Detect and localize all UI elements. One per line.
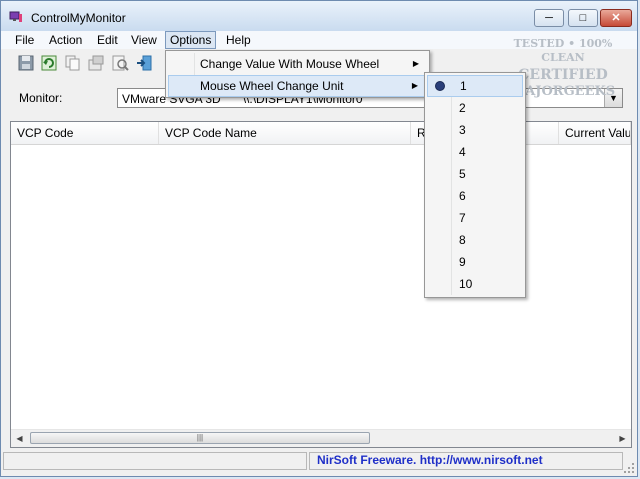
menu-item-label: Change Value With Mouse Wheel bbox=[200, 57, 380, 71]
save-icon[interactable] bbox=[17, 54, 35, 72]
unit-option-label: 3 bbox=[459, 123, 466, 137]
unit-option-5[interactable]: 5 bbox=[427, 163, 523, 185]
menu-file[interactable]: File bbox=[11, 31, 38, 49]
unit-option-label: 8 bbox=[459, 233, 466, 247]
watermark-line-1: TESTED • 100% CLEAN bbox=[513, 37, 613, 64]
unit-option-label: 6 bbox=[459, 189, 466, 203]
title-bar[interactable]: ControlMyMonitor ─ □ ✕ bbox=[1, 1, 637, 31]
menu-item-mouse-wheel-change-unit[interactable]: Mouse Wheel Change Unit ▶ bbox=[168, 75, 427, 97]
app-window: ControlMyMonitor ─ □ ✕ File Action Edit … bbox=[0, 0, 638, 477]
unit-option-label: 7 bbox=[459, 211, 466, 225]
close-button[interactable]: ✕ bbox=[600, 9, 632, 27]
status-panel-left bbox=[3, 452, 307, 470]
copy-icon[interactable] bbox=[63, 54, 81, 72]
menu-help[interactable]: Help bbox=[222, 31, 255, 49]
unit-submenu: 1 2 3 4 5 6 7 8 9 10 bbox=[424, 72, 526, 298]
scroll-thumb[interactable]: ||| bbox=[30, 432, 370, 444]
refresh-icon[interactable] bbox=[40, 54, 58, 72]
exit-icon[interactable] bbox=[135, 54, 153, 72]
unit-option-label: 4 bbox=[459, 145, 466, 159]
scroll-right-icon[interactable]: ▶ bbox=[614, 430, 631, 447]
unit-option-8[interactable]: 8 bbox=[427, 229, 523, 251]
options-menu: Change Value With Mouse Wheel ▶ Mouse Wh… bbox=[165, 50, 430, 98]
unit-option-label: 5 bbox=[459, 167, 466, 181]
menu-item-label: Mouse Wheel Change Unit bbox=[200, 79, 344, 93]
unit-option-2[interactable]: 2 bbox=[427, 97, 523, 119]
resize-grip-icon[interactable] bbox=[623, 462, 635, 474]
unit-option-6[interactable]: 6 bbox=[427, 185, 523, 207]
close-icon: ✕ bbox=[611, 12, 621, 24]
unit-option-1[interactable]: 1 bbox=[427, 75, 523, 97]
menu-item-change-value-with-mouse-wheel[interactable]: Change Value With Mouse Wheel ▶ bbox=[168, 53, 427, 75]
monitor-label: Monitor: bbox=[19, 91, 63, 105]
unit-option-3[interactable]: 3 bbox=[427, 119, 523, 141]
window-title: ControlMyMonitor bbox=[31, 11, 126, 25]
column-current-value[interactable]: Current Valu bbox=[559, 122, 631, 144]
nirsoft-link[interactable]: NirSoft Freeware. http://www.nirsoft.net bbox=[317, 453, 543, 467]
menu-view[interactable]: View bbox=[127, 31, 161, 49]
maximize-button[interactable]: □ bbox=[568, 9, 598, 27]
scroll-left-icon[interactable]: ◀ bbox=[11, 430, 28, 447]
unit-option-label: 9 bbox=[459, 255, 466, 269]
unit-option-label: 2 bbox=[459, 101, 466, 115]
list-header: VCP Code VCP Code Name R Current Valu bbox=[11, 122, 631, 145]
unit-option-4[interactable]: 4 bbox=[427, 141, 523, 163]
column-vcp-code-name[interactable]: VCP Code Name bbox=[159, 122, 411, 144]
maximize-icon: □ bbox=[579, 12, 587, 24]
find-icon[interactable] bbox=[111, 54, 129, 72]
app-icon bbox=[9, 11, 22, 22]
unit-option-label: 1 bbox=[460, 79, 467, 93]
status-bar: NirSoft Freeware. http://www.nirsoft.net bbox=[1, 450, 637, 476]
unit-option-label: 10 bbox=[459, 277, 473, 291]
column-vcp-code[interactable]: VCP Code bbox=[11, 122, 159, 144]
submenu-arrow-icon: ▶ bbox=[412, 59, 419, 68]
properties-icon[interactable] bbox=[87, 54, 105, 72]
minimize-icon: ─ bbox=[545, 12, 553, 24]
horizontal-scrollbar[interactable]: ◀ ||| ▶ bbox=[11, 429, 631, 447]
submenu-arrow-icon: ▶ bbox=[411, 81, 418, 90]
unit-option-7[interactable]: 7 bbox=[427, 207, 523, 229]
menu-options[interactable]: Options bbox=[165, 31, 217, 49]
menu-edit[interactable]: Edit bbox=[93, 31, 122, 49]
unit-option-10[interactable]: 10 bbox=[427, 273, 523, 295]
vcp-list[interactable]: VCP Code VCP Code Name R Current Valu ◀ … bbox=[10, 121, 632, 448]
minimize-button[interactable]: ─ bbox=[534, 9, 564, 27]
menu-action[interactable]: Action bbox=[45, 31, 86, 49]
unit-option-9[interactable]: 9 bbox=[427, 251, 523, 273]
radio-selected-icon bbox=[435, 81, 445, 91]
